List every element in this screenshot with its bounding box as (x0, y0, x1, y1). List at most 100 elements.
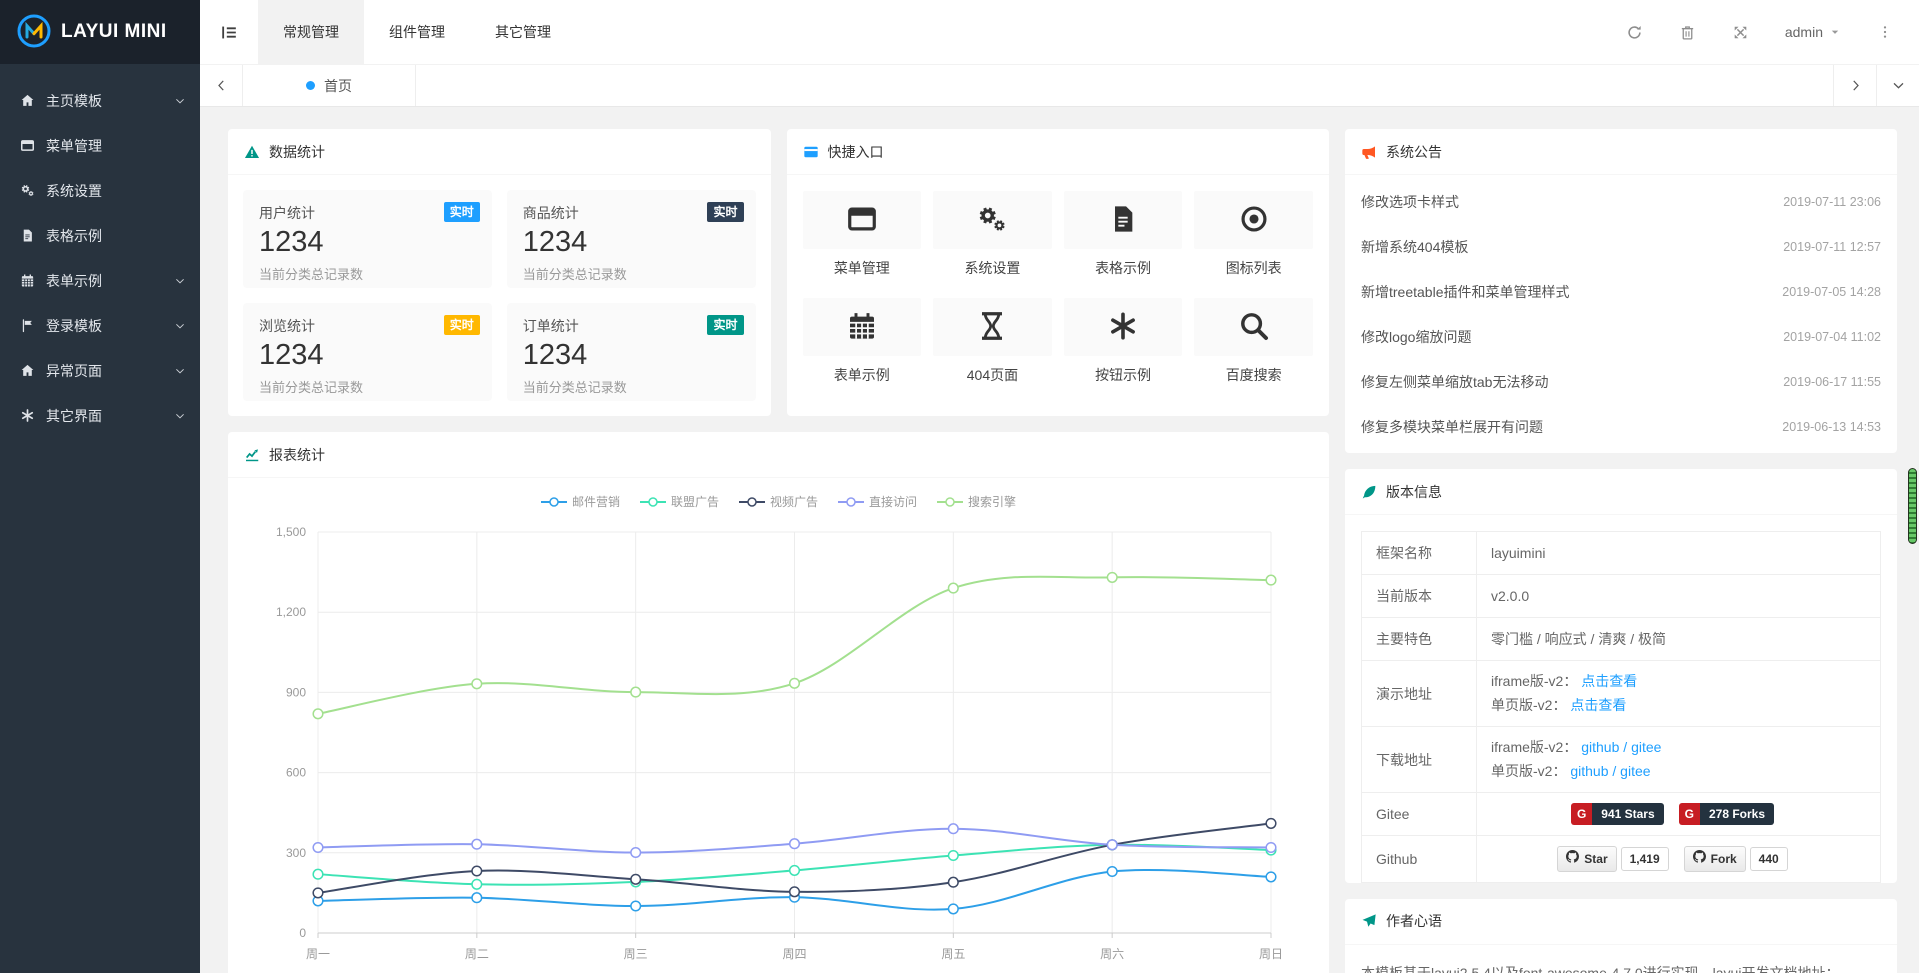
gitee-badge[interactable]: G 278 Forks (1679, 803, 1774, 825)
tabs-scroll-left-button[interactable] (200, 65, 243, 106)
quick-entry-0[interactable]: 菜单管理 (803, 191, 922, 278)
clear-cache-icon[interactable] (1679, 24, 1696, 41)
quick-entry-5[interactable]: 404页面 (933, 298, 1052, 385)
notice-item-1[interactable]: 新增系统404模板 2019-07-11 12:57 (1345, 224, 1897, 269)
github-fork-widget[interactable]: Fork 440 (1684, 846, 1788, 872)
sidebar-item-3[interactable]: 表格示例 (0, 213, 200, 258)
quick-entry-icon-box (803, 298, 922, 356)
sidebar-item-2[interactable]: 系统设置 (0, 168, 200, 213)
legend-label: 搜索引擎 (968, 493, 1016, 510)
github-star-widget[interactable]: Star 1,419 (1557, 846, 1668, 872)
github-star-count: 1,419 (1621, 847, 1669, 872)
cogs-icon (20, 183, 45, 198)
notice-date: 2019-06-17 11:55 (1783, 375, 1881, 389)
sidebar-item-5[interactable]: 登录模板 (0, 303, 200, 348)
version-row-value: 零门槛 / 响应式 / 清爽 / 极简 (1477, 618, 1880, 660)
notice-panel: 系统公告 修改选项卡样式 2019-07-11 23:06 新增系统404模板 … (1345, 129, 1897, 453)
quick-entry-3[interactable]: 图标列表 (1194, 191, 1313, 278)
github-star-button[interactable]: Star (1557, 846, 1616, 872)
sidebar-item-label: 异常页面 (46, 361, 174, 381)
stat-card-2[interactable]: 浏览统计 实时 1234 当前分类总记录数 (243, 303, 492, 401)
quick-entry-2[interactable]: 表格示例 (1064, 191, 1183, 278)
quick-entry-7[interactable]: 百度搜索 (1194, 298, 1313, 385)
svg-text:900: 900 (286, 685, 306, 699)
sidebar-item-7[interactable]: 其它界面 (0, 393, 200, 438)
tabs-menu-button[interactable] (1876, 65, 1919, 106)
version-row-value: layuimini (1477, 532, 1880, 574)
user-menu[interactable]: admin (1785, 24, 1841, 40)
link-github[interactable]: github (1570, 763, 1608, 779)
notice-item-3[interactable]: 修改logo缩放问题 2019-07-04 11:02 (1345, 314, 1897, 359)
gitee-badge-text: 278 Forks (1700, 803, 1774, 825)
notice-item-5[interactable]: 修复多模块菜单栏展开有问题 2019-06-13 14:53 (1345, 404, 1897, 449)
sidebar-item-4[interactable]: 表单示例 (0, 258, 200, 303)
svg-text:周四: 周四 (782, 947, 806, 961)
logo-text: LAYUI MINI (61, 21, 167, 43)
notice-item-0[interactable]: 修改选项卡样式 2019-07-11 23:06 (1345, 179, 1897, 224)
sidebar-collapse-button[interactable] (200, 23, 258, 42)
sidebar-item-1[interactable]: 菜单管理 (0, 123, 200, 168)
home-icon (20, 93, 45, 108)
warning-triangle-icon (244, 144, 260, 160)
top-tab-0[interactable]: 常规管理 (258, 0, 364, 64)
version-link-line: iframe版-v2： github / gitee (1491, 737, 1866, 758)
quick-entry-icon-box (1064, 298, 1183, 356)
version-row-label: 演示地址 (1362, 661, 1477, 726)
github-fork-button[interactable]: Fork (1684, 846, 1746, 872)
gitee-g-icon: G (1571, 803, 1592, 825)
legend-item-4[interactable]: 搜索引擎 (937, 493, 1016, 510)
tabs-scroll-right-button[interactable] (1833, 65, 1876, 106)
link-点击查看[interactable]: 点击查看 (1570, 697, 1626, 713)
version-row-1: 当前版本 v2.0.0 (1362, 575, 1880, 618)
status-badge: 实时 (707, 315, 743, 335)
open-tab-0[interactable]: 首页 (243, 65, 416, 106)
sidebar-item-0[interactable]: 主页模板 (0, 78, 200, 123)
top-tab-2[interactable]: 其它管理 (470, 0, 576, 64)
github-fork-count: 440 (1750, 847, 1788, 872)
scrollbar-thumb[interactable] (1908, 468, 1917, 544)
legend-item-0[interactable]: 邮件营销 (541, 493, 620, 510)
version-row-2: 主要特色 零门槛 / 响应式 / 清爽 / 极简 (1362, 618, 1880, 661)
link-github[interactable]: github (1581, 739, 1619, 755)
svg-text:周五: 周五 (941, 947, 965, 961)
quick-entry-4[interactable]: 表单示例 (803, 298, 922, 385)
dot-circle-icon (1238, 203, 1270, 238)
logo[interactable]: LAYUI MINI (0, 0, 200, 64)
version-row-label: 当前版本 (1362, 575, 1477, 617)
status-badge: 实时 (444, 315, 480, 335)
notice-item-4[interactable]: 修复左侧菜单缩放tab无法移动 2019-06-17 11:55 (1345, 359, 1897, 404)
content-area: 数据统计 用户统计 实时 1234 当前分类总记录数 商品统计 实时 1234 … (200, 107, 1919, 973)
svg-text:0: 0 (299, 926, 306, 940)
quick-entry-label: 按钮示例 (1064, 365, 1183, 385)
version-row-value: Star 1,419 Fork 440 (1477, 836, 1880, 882)
stat-card-desc: 当前分类总记录数 (523, 377, 740, 396)
gitee-badge[interactable]: G 941 Stars (1571, 803, 1664, 825)
link-gitee[interactable]: gitee (1620, 763, 1650, 779)
chevron-down-icon (174, 275, 186, 287)
quick-entry-label: 404页面 (933, 365, 1052, 385)
sidebar-item-6[interactable]: 异常页面 (0, 348, 200, 393)
legend-item-2[interactable]: 视频广告 (739, 493, 818, 510)
legend-item-3[interactable]: 直接访问 (838, 493, 917, 510)
stat-card-value: 1234 (259, 226, 476, 259)
quick-entry-1[interactable]: 系统设置 (933, 191, 1052, 278)
more-menu-icon[interactable] (1877, 24, 1893, 40)
link-gitee[interactable]: gitee (1631, 739, 1661, 755)
quick-entry-icon-box (933, 191, 1052, 249)
stat-card-3[interactable]: 订单统计 实时 1234 当前分类总记录数 (507, 303, 756, 401)
link-点击查看[interactable]: 点击查看 (1581, 673, 1637, 689)
stat-card-value: 1234 (259, 339, 476, 372)
chevron-down-icon (174, 410, 186, 422)
refresh-icon[interactable] (1626, 24, 1643, 41)
chart-holder: 03006009001,2001,500周一周二周三周四周五周六周日 (256, 518, 1301, 973)
stat-card-1[interactable]: 商品统计 实时 1234 当前分类总记录数 (507, 190, 756, 288)
legend-item-1[interactable]: 联盟广告 (640, 493, 719, 510)
active-tab-dot (306, 81, 315, 90)
quick-entry-6[interactable]: 按钮示例 (1064, 298, 1183, 385)
chart-legend: 邮件营销 联盟广告 视频广告 直接访问 搜索引擎 (256, 493, 1301, 510)
fullscreen-icon[interactable] (1732, 24, 1749, 41)
chevron-down-icon (174, 365, 186, 377)
stat-card-0[interactable]: 用户统计 实时 1234 当前分类总记录数 (243, 190, 492, 288)
notice-item-2[interactable]: 新增treetable插件和菜单管理样式 2019-07-05 14:28 (1345, 269, 1897, 314)
top-tab-1[interactable]: 组件管理 (364, 0, 470, 64)
